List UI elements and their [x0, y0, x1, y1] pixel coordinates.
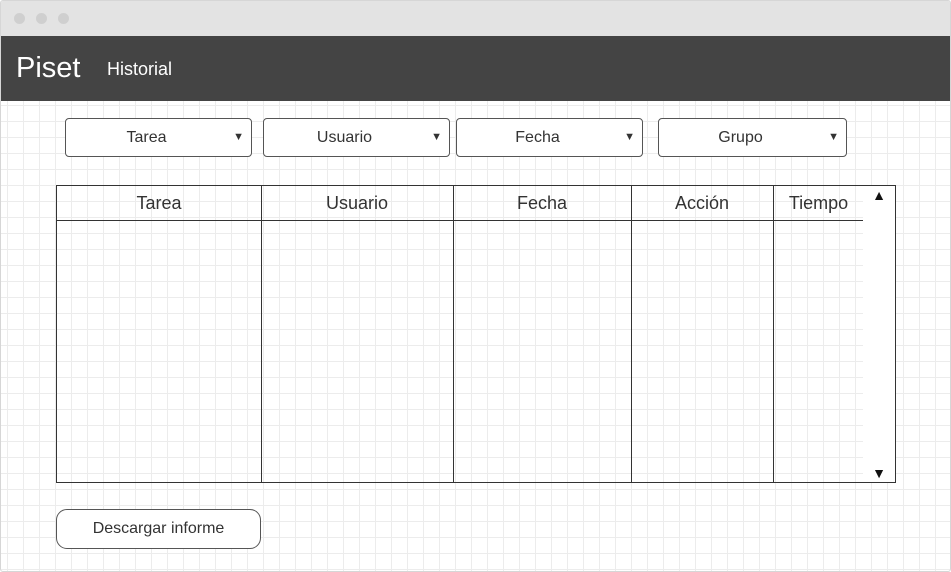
filter-tarea-select[interactable]: Tarea ▼ — [65, 118, 252, 157]
filter-label: Usuario — [316, 129, 373, 146]
browser-window: Piset Historial Tarea ▼ Usuario ▼ Fecha … — [0, 0, 951, 572]
window-titlebar — [1, 1, 950, 36]
filter-fecha-select[interactable]: Fecha ▼ — [456, 118, 643, 157]
filter-usuario-select[interactable]: Usuario ▼ — [263, 118, 450, 157]
filter-label: Tarea — [126, 129, 167, 146]
column-tiempo: Tiempo — [773, 186, 865, 482]
filter-grupo-select[interactable]: Grupo ▼ — [658, 118, 847, 157]
chevron-down-icon: ▼ — [233, 131, 244, 143]
column-tarea: Tarea — [57, 186, 262, 482]
filter-label: Fecha — [515, 129, 560, 146]
history-table: Tarea Usuario Fecha Acción Tiempo ▲ ▼ — [56, 185, 896, 483]
column-usuario: Usuario — [261, 186, 454, 482]
scroll-down-arrow-icon[interactable]: ▼ — [863, 465, 895, 481]
nav-historial[interactable]: Historial — [107, 58, 172, 80]
column-header-usuario[interactable]: Usuario — [261, 186, 453, 221]
window-close-dot[interactable] — [14, 13, 25, 24]
window-maximize-dot[interactable] — [58, 13, 69, 24]
chevron-down-icon: ▼ — [431, 131, 442, 143]
window-minimize-dot[interactable] — [36, 13, 47, 24]
brand-logo[interactable]: Piset — [16, 51, 80, 85]
app-header: Piset Historial — [1, 36, 950, 101]
chevron-down-icon: ▼ — [828, 131, 839, 143]
chevron-down-icon: ▼ — [624, 131, 635, 143]
filter-label: Grupo — [718, 129, 763, 146]
column-header-tarea[interactable]: Tarea — [57, 186, 261, 221]
column-header-fecha[interactable]: Fecha — [453, 186, 631, 221]
download-report-button[interactable]: Descargar informe — [56, 509, 261, 549]
table-scrollbar[interactable]: ▲ ▼ — [863, 186, 895, 482]
column-fecha: Fecha — [453, 186, 632, 482]
column-accion: Acción — [631, 186, 774, 482]
scroll-up-arrow-icon[interactable]: ▲ — [863, 187, 895, 203]
column-header-tiempo[interactable]: Tiempo — [773, 186, 864, 221]
column-header-accion[interactable]: Acción — [631, 186, 773, 221]
